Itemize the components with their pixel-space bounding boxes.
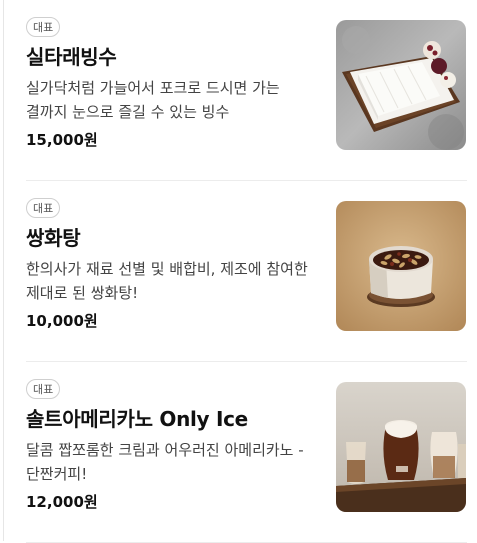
menu-list: 대표 실타래빙수 실가닥처럼 가늘어서 포크로 드시면 가는 결까지 눈으로 즐… [26,0,467,543]
menu-item-name[interactable]: 쌍화탕 [26,223,318,253]
shaved-ice-bingsu-photo[interactable] [336,20,466,150]
menu-item-text: 대표 쌍화탕 한의사가 재료 선별 및 배합비, 제조에 참여한 제대로 된 쌍… [26,197,318,332]
iced-coffee-glasses-photo[interactable] [336,382,466,512]
signature-badge: 대표 [26,198,61,218]
menu-item-price: 12,000원 [26,493,98,511]
menu-item-description: 실가닥처럼 가늘어서 포크로 드시면 가는 결까지 눈으로 즐길 수 있는 빙수 [26,79,280,121]
left-divider [3,0,4,541]
menu-item-description: 한의사가 재료 선별 및 배합비, 제조에 참여한 제대로 된 쌍화탕! [26,260,308,302]
signature-badge: 대표 [26,379,61,399]
menu-item[interactable]: 대표 실타래빙수 실가닥처럼 가늘어서 포크로 드시면 가는 결까지 눈으로 즐… [26,0,467,181]
menu-item-price: 10,000원 [26,312,98,330]
ssanghwa-tea-cup-photo[interactable] [336,201,466,331]
signature-badge: 대표 [26,17,61,37]
menu-item-price: 15,000원 [26,131,98,149]
menu-item-text: 대표 솔트아메리카노 Only Ice 달콤 짭쪼롬한 크림과 어우러진 아메리… [26,378,318,513]
menu-item-description: 달콤 짭쪼롬한 크림과 어우러진 아메리카노 - 단짠커피! [26,441,304,483]
menu-item[interactable]: 대표 솔트아메리카노 Only Ice 달콤 짭쪼롬한 크림과 어우러진 아메리… [26,362,467,543]
menu-item[interactable]: 대표 쌍화탕 한의사가 재료 선별 및 배합비, 제조에 참여한 제대로 된 쌍… [26,181,467,362]
menu-item-name[interactable]: 솔트아메리카노 Only Ice [26,404,318,434]
menu-item-text: 대표 실타래빙수 실가닥처럼 가늘어서 포크로 드시면 가는 결까지 눈으로 즐… [26,16,318,151]
menu-item-name[interactable]: 실타래빙수 [26,42,318,72]
